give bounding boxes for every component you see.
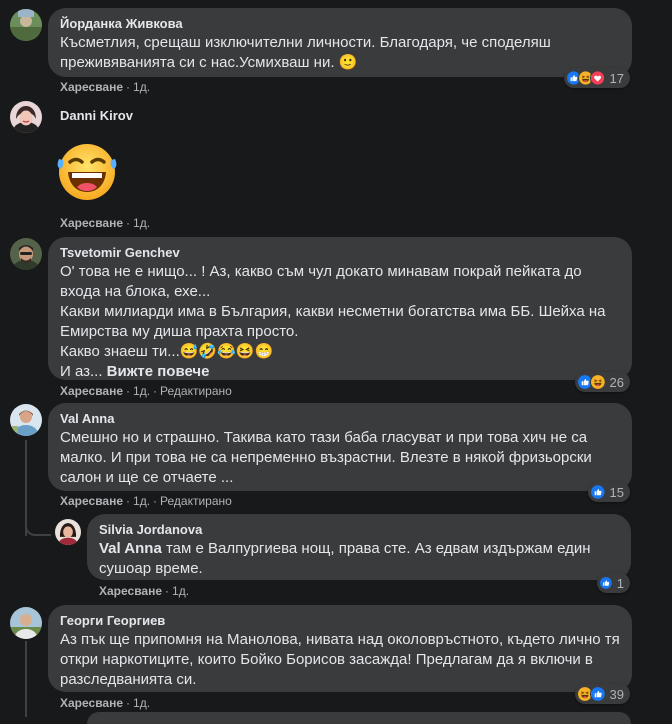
timestamp[interactable]: 1д.	[172, 584, 189, 598]
comment-meta: Харесване · 1д.	[60, 216, 150, 230]
like-button[interactable]: Харесване	[60, 216, 123, 230]
like-button[interactable]: Харесване	[60, 80, 123, 94]
edited-label: Редактирано	[160, 494, 232, 508]
like-button[interactable]: Харесване	[60, 696, 123, 710]
separator: ·	[126, 696, 131, 710]
laughing-sticker-icon	[55, 139, 119, 203]
comment-meta: Харесване · 1д. · Редактирано	[60, 494, 232, 508]
comment-author[interactable]: Val Anna	[60, 411, 620, 427]
timestamp[interactable]: 1д.	[133, 696, 150, 710]
avatar[interactable]	[55, 519, 81, 545]
reaction-count: 17	[609, 70, 624, 86]
comment-bubble: Георги Георгиев Аз пък ще припомня на Ма…	[48, 605, 632, 692]
comment-author[interactable]: Tsvetomir Genchev	[60, 245, 620, 261]
reaction-summary[interactable]: 17	[564, 68, 630, 88]
like-reaction-icon	[589, 685, 606, 703]
comment-bubble: Val Anna Смешно но и страшно. Такива кат…	[48, 403, 632, 491]
comment-text: Аз пък ще припомня на Манолова, нивата н…	[60, 631, 620, 688]
reaction-count: 26	[609, 374, 624, 390]
reply-bubble: Silvia Jordanova Val Anna там е Валпурги…	[87, 514, 631, 580]
separator: ·	[126, 216, 131, 230]
comment-author[interactable]: Silvia Jordanova	[99, 522, 619, 538]
separator: ·	[126, 494, 131, 508]
reply-thread-line	[25, 641, 27, 717]
separator: ·	[153, 384, 158, 398]
avatar[interactable]	[10, 607, 42, 639]
like-button[interactable]: Харесване	[60, 494, 123, 508]
like-button[interactable]: Харесване	[99, 584, 162, 598]
comment-text: Смешно но и страшно. Такива като тази ба…	[60, 429, 592, 486]
comment-text: О' това не е нищо... ! Аз, какво съм чул…	[60, 263, 606, 380]
love-reaction-icon	[590, 69, 606, 87]
reaction-count: 15	[609, 484, 624, 500]
separator: ·	[153, 494, 158, 508]
comment-author[interactable]: Йорданка Живкова	[60, 16, 620, 32]
see-more-link[interactable]: Вижте повече	[107, 363, 210, 380]
separator: ·	[126, 384, 131, 398]
avatar[interactable]	[10, 404, 42, 436]
avatar[interactable]	[10, 238, 42, 270]
timestamp[interactable]: 1д.	[133, 494, 150, 508]
comment-bubble: Tsvetomir Genchev О' това не е нищо... !…	[48, 237, 632, 380]
like-reaction-icon	[590, 483, 606, 501]
like-reaction-icon	[599, 574, 613, 592]
next-reply-bubble	[87, 712, 631, 724]
comment-text: Val Anna там е Валпургиева нощ, права ст…	[99, 540, 591, 577]
mention-link[interactable]: Val Anna	[99, 540, 162, 557]
reaction-summary[interactable]: 39	[575, 684, 630, 704]
reaction-summary[interactable]: 1	[597, 573, 630, 593]
timestamp[interactable]: 1д.	[133, 216, 150, 230]
comment-text: Късметлия, срещаш изключителни личности.…	[60, 34, 551, 71]
comment-author[interactable]: Георги Георгиев	[60, 613, 620, 629]
reply-connector	[25, 520, 51, 536]
comment-meta: Харесване · 1д.	[60, 80, 150, 94]
edited-label: Редактирано	[160, 384, 232, 398]
avatar[interactable]	[10, 101, 42, 133]
reaction-count: 39	[609, 686, 624, 702]
timestamp[interactable]: 1д.	[133, 80, 150, 94]
timestamp[interactable]: 1д.	[133, 384, 150, 398]
reaction-summary[interactable]: 26	[575, 372, 630, 392]
reaction-summary[interactable]: 15	[588, 482, 630, 502]
comment-author[interactable]: Danni Kirov	[60, 108, 133, 124]
comment-meta: Харесване · 1д.	[60, 696, 150, 710]
separator: ·	[126, 80, 131, 94]
like-button[interactable]: Харесване	[60, 384, 123, 398]
comment-bubble: Йорданка Живкова Късметлия, срещаш изклю…	[48, 8, 632, 77]
comment-meta: Харесване · 1д.	[99, 584, 189, 598]
comment-meta: Харесване · 1д. · Редактирано	[60, 384, 232, 398]
haha-reaction-icon	[589, 373, 606, 391]
avatar[interactable]	[10, 9, 42, 41]
reaction-count: 1	[616, 575, 624, 591]
separator: ·	[165, 584, 170, 598]
